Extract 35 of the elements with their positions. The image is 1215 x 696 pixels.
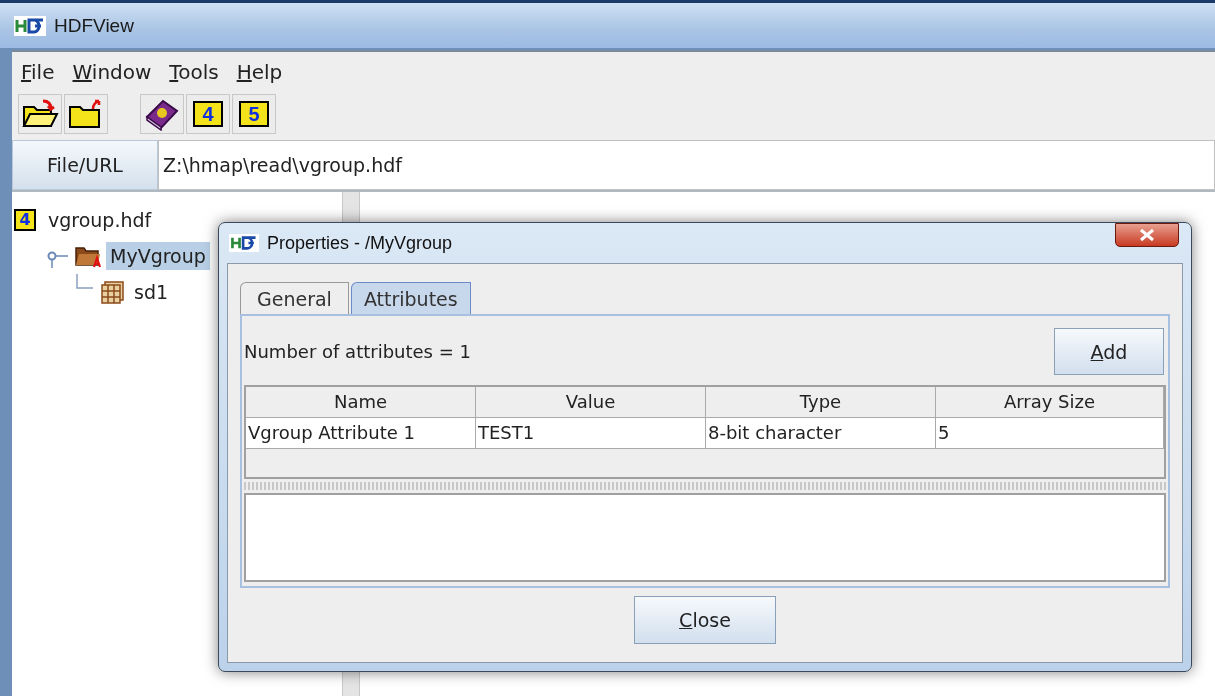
help-book-button[interactable] [140,94,184,134]
file-url-button[interactable]: File/URL [12,140,158,190]
folder-button[interactable] [64,94,108,134]
table-cell: 5 [936,418,1164,449]
numbered-folder-icon: 4 [193,101,223,127]
table-cell: 8-bit character [706,418,936,449]
menu-item[interactable]: File [16,60,64,84]
close-icon[interactable] [1115,223,1179,247]
tree-item[interactable]: sd1 [130,278,173,306]
add-button[interactable]: Add [1054,328,1164,375]
url-field[interactable]: Z:\hmap\read\vgroup.hdf [158,140,1215,190]
dialog-title: Properties - /MyVgroup [267,232,453,254]
numbered-folder-icon: 4 [14,209,36,231]
menu-item[interactable]: Tools [164,60,228,84]
app-logo-icon [229,234,259,252]
table-cell: Vgroup Attribute 1 [246,418,476,449]
numbered-folder-icon: 5 [239,101,269,127]
window-title: HDFView [54,14,134,37]
folder-icon [74,244,102,268]
tree-connector-icon [76,274,94,289]
tree-item[interactable]: vgroup.hdf [44,206,156,234]
tab[interactable]: General [240,282,349,314]
grid-icon [100,280,126,304]
close-button[interactable]: Close [634,596,776,644]
text-area[interactable] [244,493,1166,582]
tab[interactable]: Attributes [350,282,471,314]
menu-item[interactable]: Help [231,60,292,84]
open-folder-button[interactable] [18,94,62,134]
table-cell: TEST1 [476,418,706,449]
hdf-folder-button[interactable]: 4 [186,94,230,134]
hdf-folder-button[interactable]: 5 [232,94,276,134]
tree-item[interactable]: MyVgroup [106,242,210,270]
attribute-count: Number of attributes = 1 [244,341,471,362]
menu-item[interactable]: Window [67,60,161,84]
app-logo-icon [14,15,46,36]
